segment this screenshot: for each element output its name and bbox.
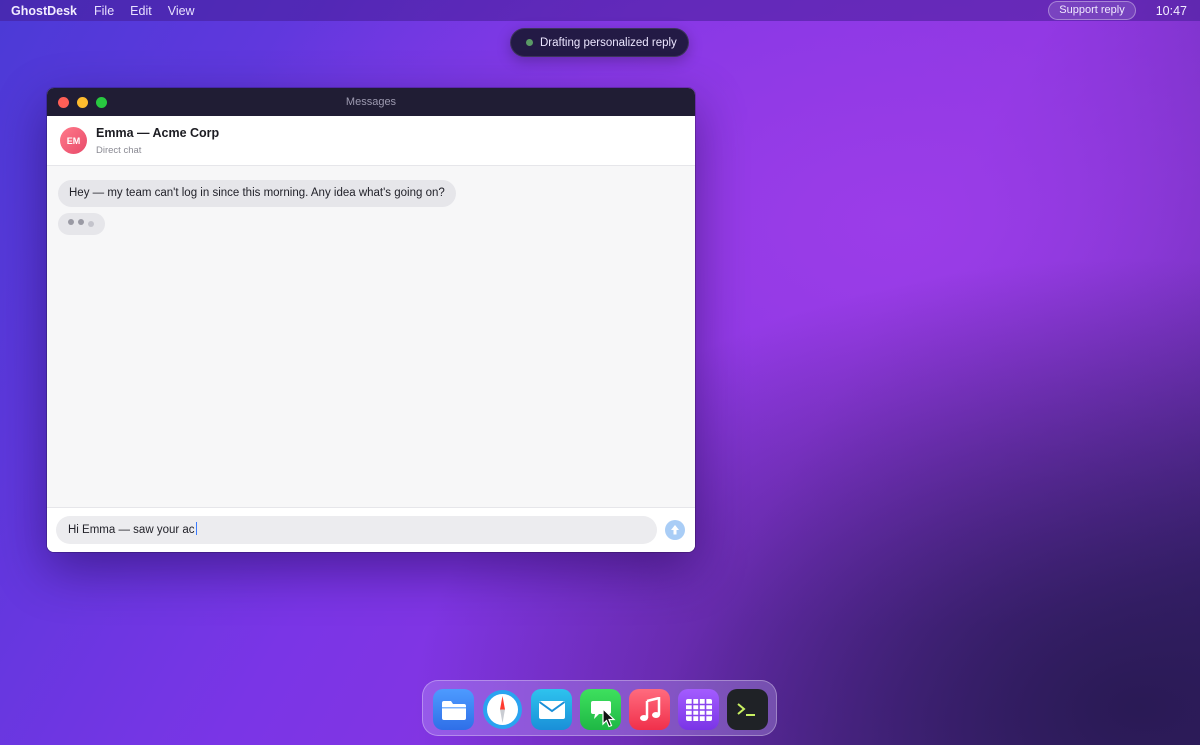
music-note-icon [639, 696, 660, 721]
status-toast: Drafting personalized reply [510, 28, 689, 57]
typing-indicator [58, 213, 105, 235]
table-grid-icon [685, 698, 712, 721]
dock-app-mail[interactable] [531, 689, 572, 730]
status-toast-text: Drafting personalized reply [540, 36, 677, 49]
status-dot-icon [526, 39, 533, 46]
compass-icon [483, 690, 522, 729]
send-button[interactable] [665, 520, 685, 540]
chat-transcript: Hey — my team can't log in since this mo… [47, 166, 695, 507]
dock-app-music[interactable] [629, 689, 670, 730]
menu-view[interactable]: View [168, 4, 195, 18]
menu-edit[interactable]: Edit [130, 4, 152, 18]
window-titlebar[interactable]: Messages [47, 88, 695, 116]
menu-bar: GhostDesk File Edit View Support reply 1… [0, 0, 1200, 21]
dock-app-safari[interactable] [482, 689, 523, 730]
incoming-message-bubble: Hey — my team can't log in since this mo… [58, 180, 456, 207]
envelope-icon [538, 700, 565, 719]
window-title: Messages [345, 96, 397, 108]
message-input[interactable]: Hi Emma — saw your ac [56, 516, 657, 544]
messages-window: Messages EM Emma — Acme Corp Direct chat… [47, 88, 695, 552]
contact-name: Emma — Acme Corp [96, 125, 220, 140]
dock [422, 680, 777, 736]
typing-dot [78, 219, 84, 225]
contact-subtitle: Direct chat [96, 144, 142, 156]
dock-app-numbers[interactable] [678, 689, 719, 730]
chat-header: EM Emma — Acme Corp Direct chat [47, 116, 695, 166]
text-caret [195, 522, 197, 535]
arrow-up-icon [671, 525, 679, 535]
mouse-pointer-icon [602, 708, 616, 728]
message-input-text: Hi Emma — saw your ac [68, 524, 195, 536]
typing-dot [88, 221, 94, 227]
folder-icon [441, 700, 466, 720]
typing-dot [68, 219, 74, 225]
dock-app-terminal[interactable] [727, 689, 768, 730]
message-composer: Hi Emma — saw your ac [47, 507, 695, 552]
support-reply-button[interactable]: Support reply [1048, 1, 1136, 20]
contact-avatar: EM [60, 127, 87, 154]
app-menu-name[interactable]: GhostDesk [11, 4, 77, 18]
menubar-clock: 10:47 [1155, 3, 1187, 18]
dock-app-files[interactable] [433, 689, 474, 730]
menu-file[interactable]: File [94, 4, 114, 18]
terminal-icon [736, 702, 755, 716]
